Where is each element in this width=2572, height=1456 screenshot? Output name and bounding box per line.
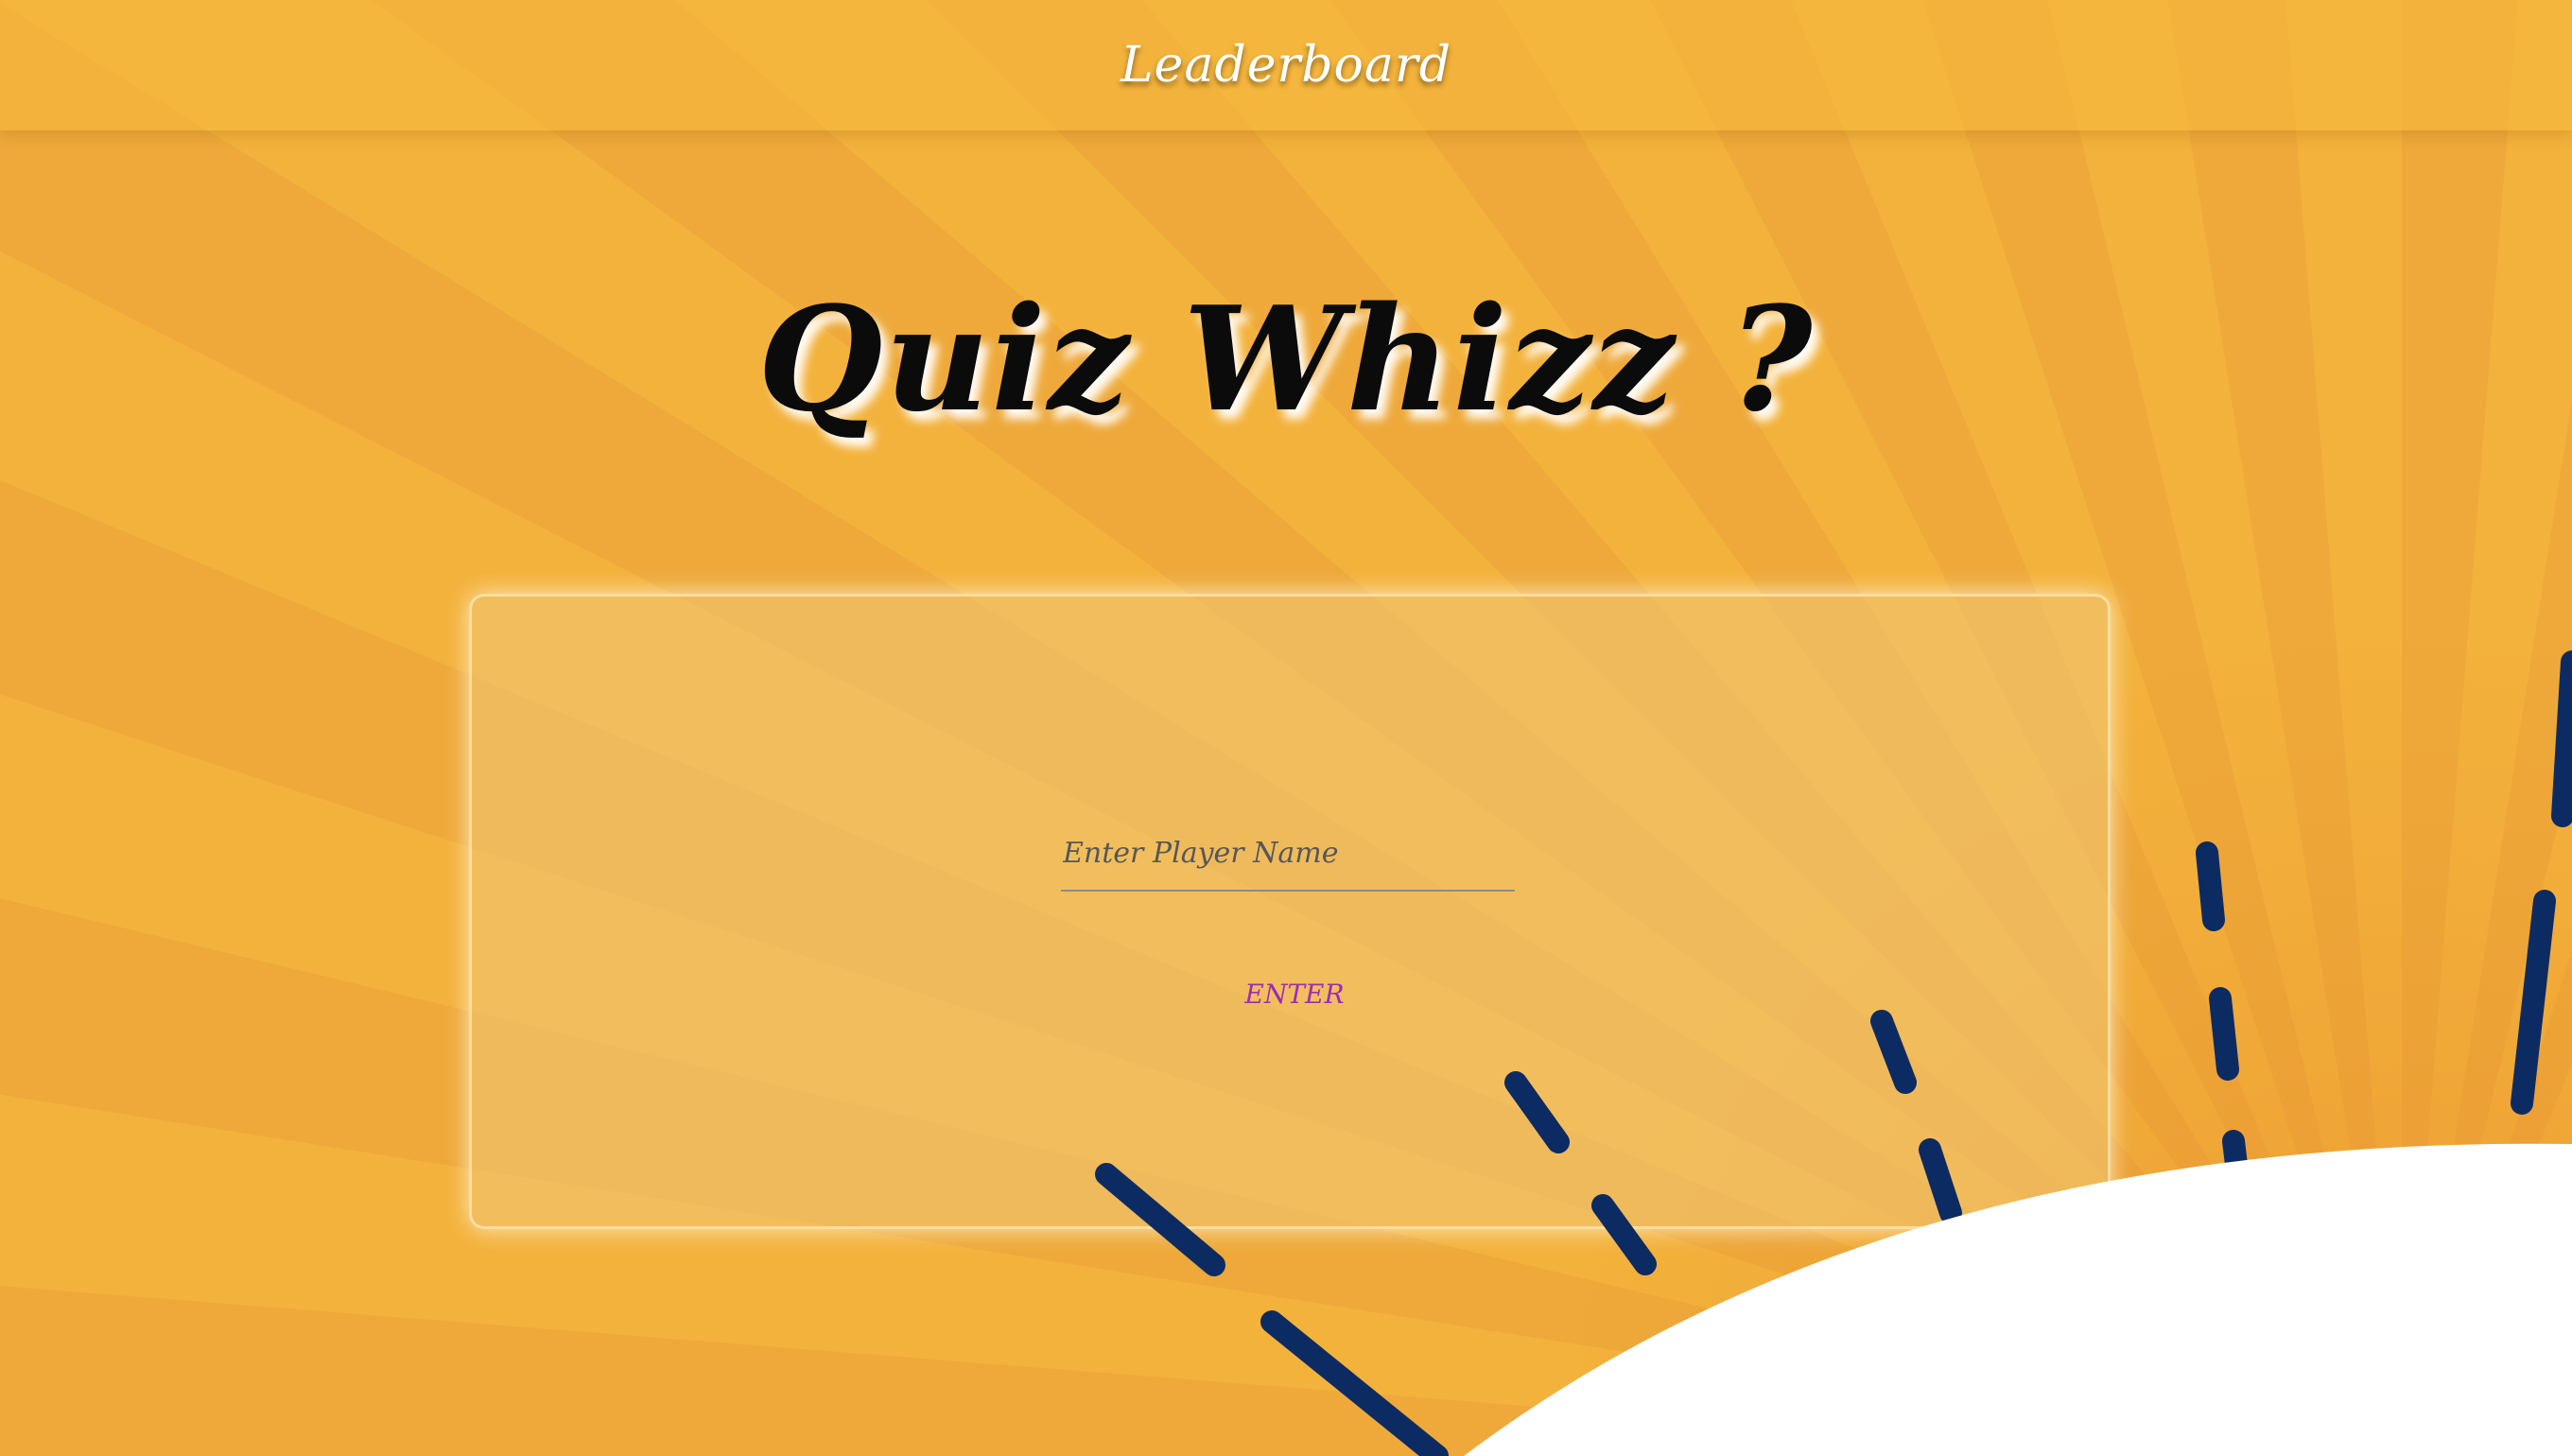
enter-button[interactable]: ENTER (1190, 965, 1399, 1022)
page: Leaderboard Quiz Whizz ? ENTER (0, 0, 2572, 1456)
page-title: Quiz Whizz ? (757, 274, 1815, 443)
leaderboard-link[interactable]: Leaderboard (1121, 37, 1451, 94)
player-entry-card: ENTER (469, 594, 2111, 1229)
top-bar: Leaderboard (0, 0, 2572, 130)
player-name-input[interactable] (1061, 816, 1515, 892)
